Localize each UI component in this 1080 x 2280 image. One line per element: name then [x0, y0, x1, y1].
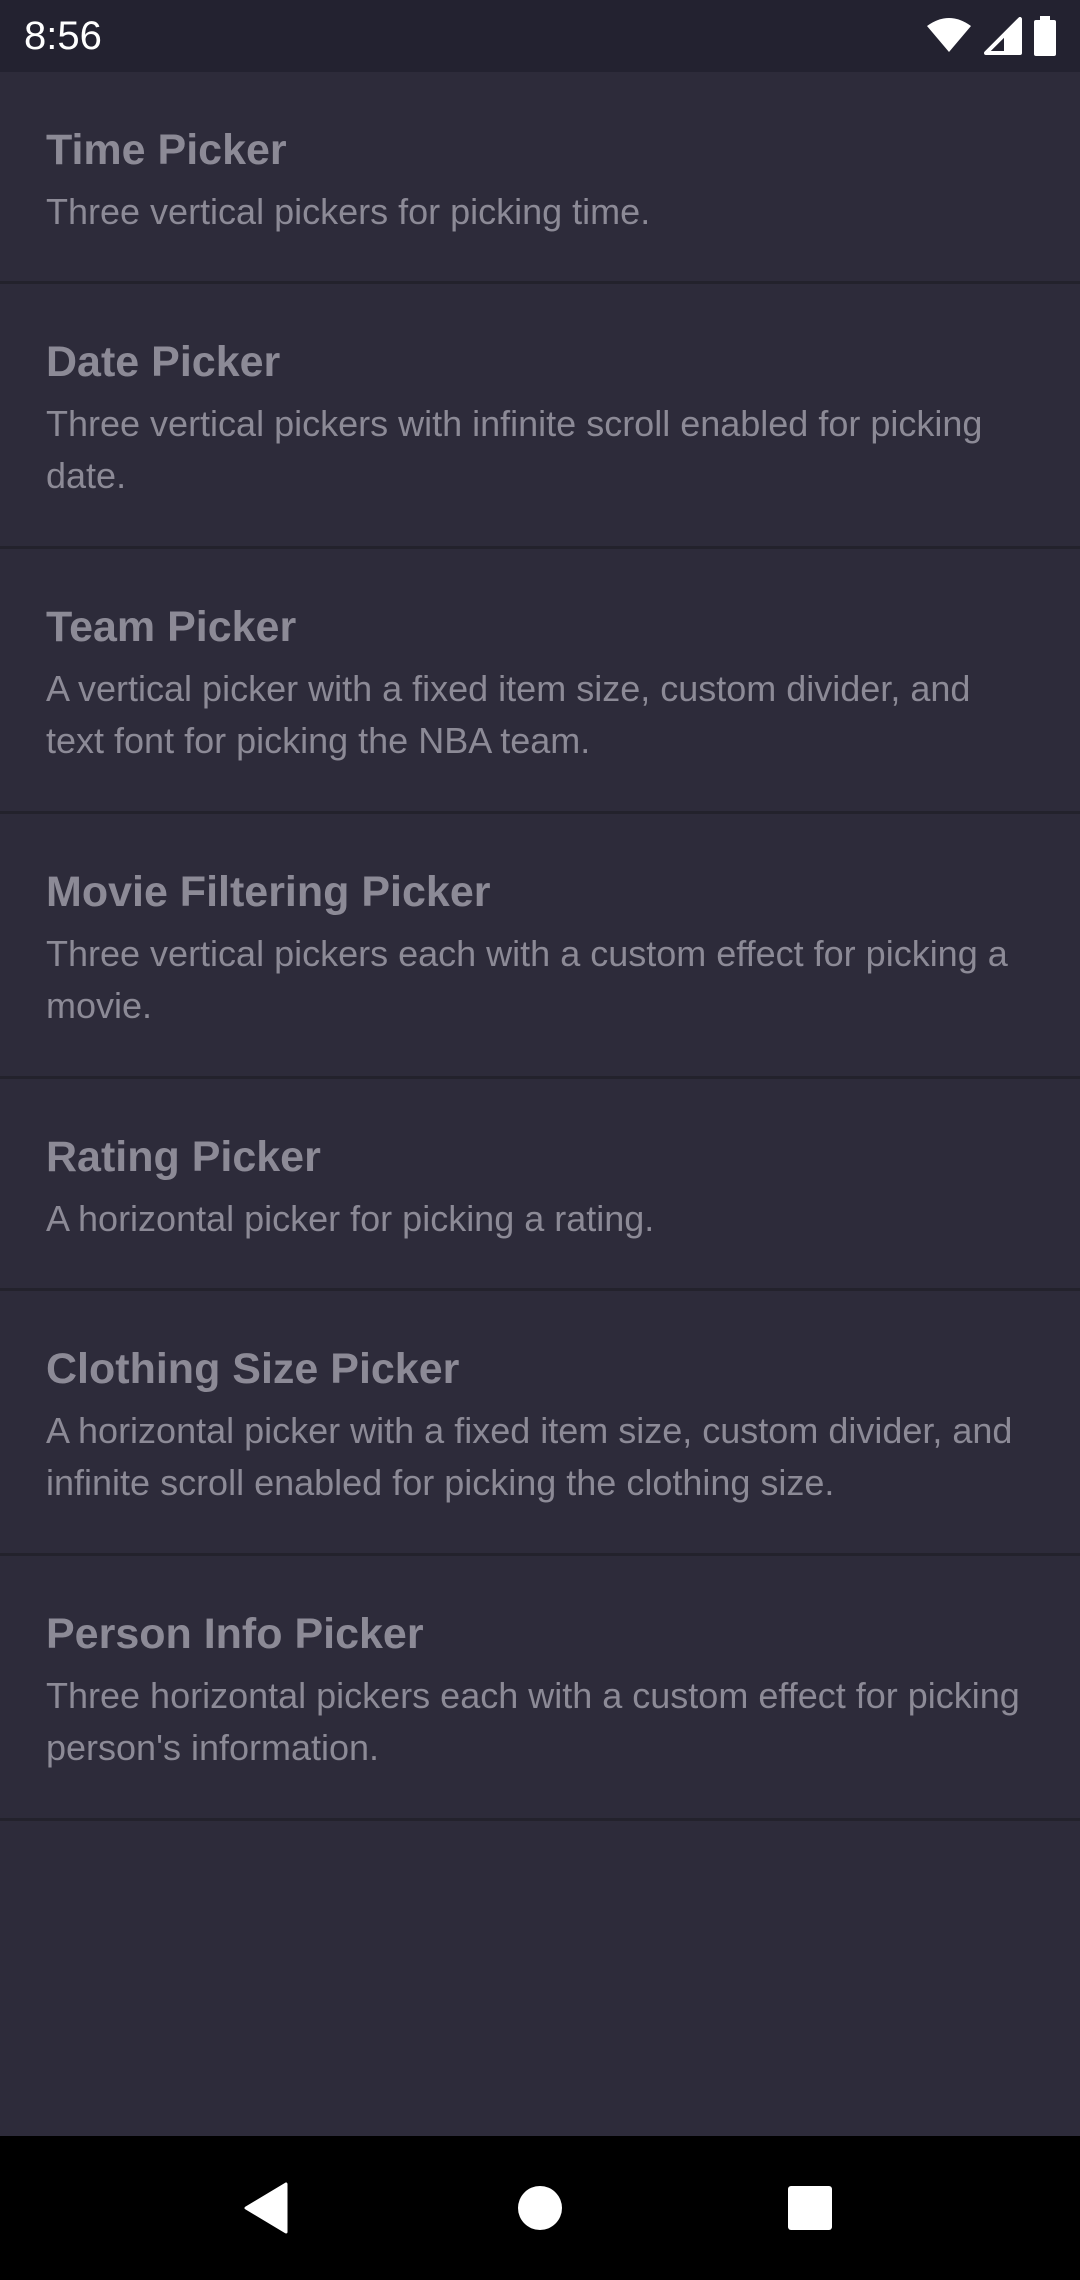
list-item-movie-filtering-picker[interactable]: Movie Filtering Picker Three vertical pi…	[0, 814, 1080, 1079]
item-description: Three vertical pickers for picking time.	[46, 191, 651, 232]
wifi-icon	[926, 18, 972, 54]
list-item-clothing-size-picker[interactable]: Clothing Size Picker A horizontal picker…	[0, 1291, 1080, 1556]
list-item-rating-picker[interactable]: Rating Picker A horizontal picker for pi…	[0, 1079, 1080, 1291]
item-description: Three vertical pickers each with a custo…	[46, 933, 1008, 1026]
list-item-date-picker[interactable]: Date Picker Three vertical pickers with …	[0, 284, 1080, 549]
picker-list: Time Picker Three vertical pickers for p…	[0, 72, 1080, 1821]
back-triangle-icon	[244, 2182, 288, 2234]
item-description: Three horizontal pickers each with a cus…	[46, 1675, 1020, 1768]
item-title: Team Picker	[46, 603, 297, 651]
home-circle-icon	[518, 2186, 562, 2230]
recents-button[interactable]	[770, 2172, 850, 2244]
list-item-person-info-picker[interactable]: Person Info Picker Three horizontal pick…	[0, 1556, 1080, 1821]
navigation-bar	[0, 2136, 1080, 2280]
home-button[interactable]	[500, 2172, 580, 2244]
list-item-team-picker[interactable]: Team Picker A vertical picker with a fix…	[0, 549, 1080, 814]
status-bar: 8:56	[0, 0, 1080, 72]
item-description: A vertical picker with a fixed item size…	[46, 668, 971, 761]
item-title: Clothing Size Picker	[46, 1345, 460, 1393]
item-title: Movie Filtering Picker	[46, 868, 491, 916]
item-description: A horizontal picker for picking a rating…	[46, 1198, 655, 1239]
item-title: Date Picker	[46, 338, 281, 386]
item-description: Three vertical pickers with infinite scr…	[46, 403, 983, 496]
status-time: 8:56	[24, 14, 102, 58]
status-icons	[926, 14, 1058, 58]
cellular-signal-icon	[982, 17, 1022, 55]
back-button[interactable]	[226, 2172, 306, 2244]
list-item-time-picker[interactable]: Time Picker Three vertical pickers for p…	[0, 72, 1080, 284]
recents-square-icon	[788, 2186, 832, 2230]
item-title: Time Picker	[46, 126, 287, 174]
battery-icon	[1032, 16, 1058, 56]
item-description: A horizontal picker with a fixed item si…	[46, 1410, 1013, 1503]
item-title: Rating Picker	[46, 1133, 321, 1181]
item-title: Person Info Picker	[46, 1610, 424, 1658]
